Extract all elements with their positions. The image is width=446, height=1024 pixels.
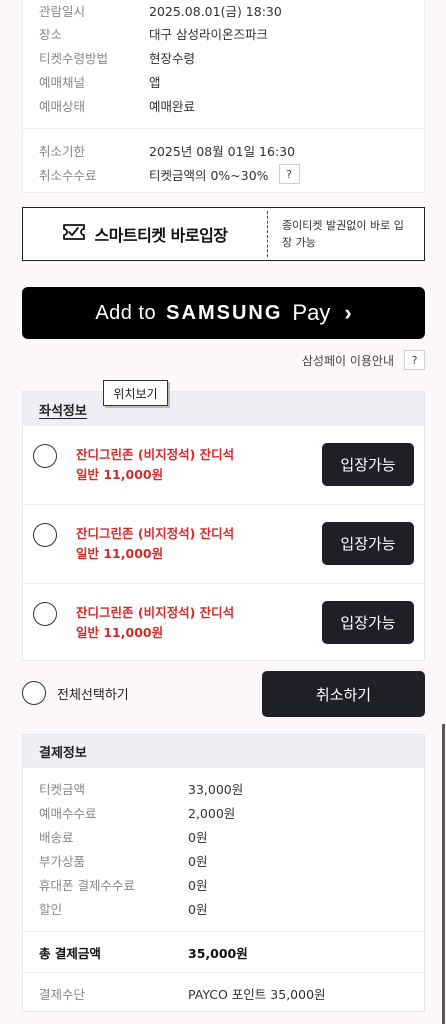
- payment-method-value: PAYCO 포인트 35,000원: [188, 986, 326, 1002]
- seat-radio[interactable]: [33, 523, 57, 547]
- payment-value: 0원: [188, 853, 208, 869]
- info-label: 취소수수료: [39, 167, 97, 183]
- cancel-button[interactable]: 취소하기: [262, 671, 425, 717]
- smart-ticket-main: 스마트티켓 바로입장: [23, 222, 267, 246]
- booking-info-card: 관람일시 2025.08.01(금) 18:30 장소 대구 삼성라이온즈파크 …: [22, 0, 425, 193]
- info-value: 티켓금액의 0%~30%: [149, 167, 269, 183]
- seat-info-title[interactable]: 좌석정보: [39, 400, 87, 419]
- info-value: 앱: [149, 74, 161, 90]
- info-label: 취소기한: [39, 143, 86, 159]
- chevron-right-icon: ›: [344, 300, 352, 325]
- enter-available-button[interactable]: 입장가능: [322, 522, 414, 565]
- info-row-channel: 예매채널 앱: [39, 71, 414, 91]
- payment-total-label: 총 결제금액: [39, 945, 101, 961]
- seat-row: 잔디그린존 (비지정석) 잔디석 일반 11,000원 입장가능: [23, 505, 424, 584]
- seat-text: 잔디그린존 (비지정석) 잔디석 일반 11,000원: [76, 603, 234, 643]
- seat-name: 잔디그린존 (비지정석) 잔디석: [76, 605, 235, 620]
- divider: [23, 931, 424, 932]
- seat-row: 잔디그린존 (비지정석) 잔디석 일반 11,000원 입장가능: [23, 584, 424, 663]
- samsung-pay-guide-label: 삼성페이 이용안내: [301, 353, 394, 368]
- smart-ticket-title: 스마트티켓 바로입장: [94, 226, 228, 245]
- seat-radio[interactable]: [33, 444, 57, 468]
- scrollbar[interactable]: [442, 724, 445, 1024]
- info-value: 대구 삼성라이온즈파크: [149, 26, 268, 42]
- smart-ticket-description: 종이티켓 발권없이 바로 입장 가능: [282, 219, 404, 249]
- select-all-radio[interactable]: [22, 681, 46, 705]
- payment-label: 예매수수료: [39, 805, 97, 821]
- seat-name: 잔디그린존 (비지정석) 잔디석: [76, 526, 235, 541]
- info-value: 2025.08.01(금) 18:30: [149, 3, 282, 19]
- seat-price: 일반 11,000원: [76, 467, 164, 482]
- payment-row: 티켓금액 33,000원: [39, 778, 414, 798]
- seat-price: 일반 11,000원: [76, 546, 164, 561]
- info-row-status: 예매상태 예매완료: [39, 95, 414, 115]
- info-row-cancel-deadline: 취소기한 2025년 08월 01일 16:30: [39, 140, 414, 160]
- payment-total-value: 35,000원: [188, 945, 248, 961]
- payment-label: 할인: [39, 901, 63, 917]
- payment-method-label: 결제수단: [39, 986, 86, 1002]
- payment-value: 0원: [188, 877, 208, 893]
- divider: [23, 972, 424, 973]
- payment-value: 2,000원: [188, 805, 236, 821]
- payment-value: 0원: [188, 901, 208, 917]
- info-row-datetime: 관람일시 2025.08.01(금) 18:30: [39, 0, 414, 20]
- payment-label: 휴대폰 결제수수료: [39, 877, 135, 893]
- payment-row: 배송료 0원: [39, 826, 414, 846]
- seat-row: 잔디그린존 (비지정석) 잔디석 일반 11,000원 입장가능: [23, 426, 424, 505]
- samsung-pay-help-button[interactable]: ?: [404, 350, 425, 370]
- enter-available-button[interactable]: 입장가능: [322, 601, 414, 644]
- info-row-receive-method: 티켓수령방법 현장수령: [39, 47, 414, 67]
- info-row-venue: 장소 대구 삼성라이온즈파크: [39, 23, 414, 43]
- info-label: 관람일시: [39, 3, 86, 19]
- seat-info-header: 좌석정보: [23, 392, 424, 426]
- seat-info-section: 좌석정보 잔디그린존 (비지정석) 잔디석 일반 11,000원 입장가능 잔디…: [22, 391, 425, 661]
- payment-row: 예매수수료 2,000원: [39, 802, 414, 822]
- smart-ticket-banner[interactable]: 스마트티켓 바로입장 종이티켓 발권없이 바로 입장 가능: [22, 207, 425, 261]
- seat-name: 잔디그린존 (비지정석) 잔디석: [76, 447, 235, 462]
- select-all-option[interactable]: 전체선택하기: [22, 681, 129, 705]
- info-row-cancel-fee: 취소수수료 티켓금액의 0%~30% ?: [39, 164, 414, 184]
- view-location-tooltip[interactable]: 위치보기: [103, 380, 168, 406]
- payment-total-row: 총 결제금액 35,000원: [39, 942, 414, 962]
- info-label: 예매채널: [39, 74, 86, 90]
- samsung-pay-pay: Pay: [292, 300, 331, 325]
- seat-text: 잔디그린존 (비지정석) 잔디석 일반 11,000원: [76, 445, 234, 485]
- info-label: 장소: [39, 26, 63, 42]
- ticket-check-icon: [62, 222, 86, 246]
- payment-label: 부가상품: [39, 853, 86, 869]
- seat-radio[interactable]: [33, 602, 57, 626]
- info-value: 현장수령: [149, 50, 196, 66]
- payment-label: 티켓금액: [39, 781, 86, 797]
- cancel-fee-help-button[interactable]: ?: [278, 164, 300, 184]
- payment-info-section: 결제정보 티켓금액 33,000원 예매수수료 2,000원 배송료 0원 부가…: [22, 734, 425, 1012]
- payment-row: 할인 0원: [39, 898, 414, 918]
- payment-row: 부가상품 0원: [39, 850, 414, 870]
- payment-value: 0원: [188, 829, 208, 845]
- info-value: 예매완료: [149, 98, 196, 114]
- payment-row: 휴대폰 결제수수료 0원: [39, 874, 414, 894]
- seat-text: 잔디그린존 (비지정석) 잔디석 일반 11,000원: [76, 524, 234, 564]
- divider: [23, 128, 424, 129]
- info-label: 티켓수령방법: [39, 50, 109, 66]
- payment-label: 배송료: [39, 829, 74, 845]
- seat-price: 일반 11,000원: [76, 625, 164, 640]
- payment-info-title: 결제정보: [23, 735, 424, 768]
- samsung-logo: SAMSUNG: [166, 301, 283, 324]
- samsung-pay-add-to: Add to: [95, 301, 157, 324]
- info-value: 2025년 08월 01일 16:30: [149, 143, 296, 159]
- enter-available-button[interactable]: 입장가능: [322, 443, 414, 486]
- info-label: 예매상태: [39, 98, 86, 114]
- payment-value: 33,000원: [188, 781, 244, 797]
- payment-method-row: 결제수단 PAYCO 포인트 35,000원: [39, 983, 414, 1003]
- samsung-pay-guide: 삼성페이 이용안내 ?: [302, 350, 425, 370]
- select-all-label: 전체선택하기: [57, 687, 129, 703]
- add-to-samsung-pay-button[interactable]: Add to SAMSUNG Pay ›: [22, 287, 425, 339]
